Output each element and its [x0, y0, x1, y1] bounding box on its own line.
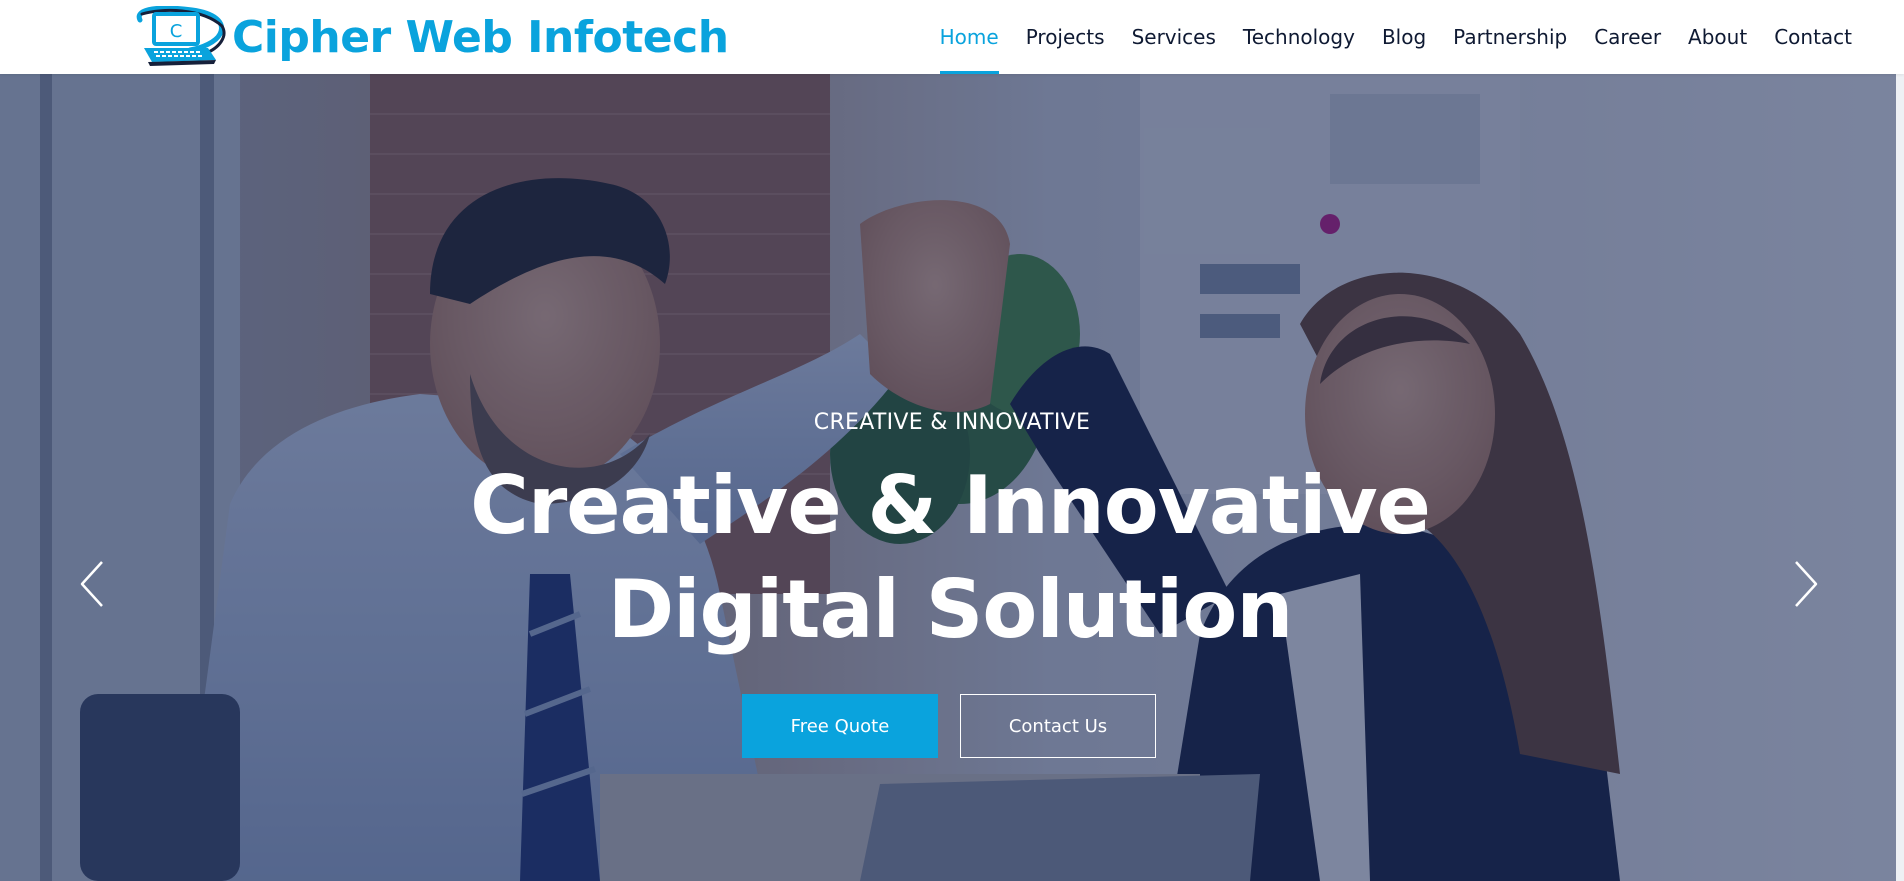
hero-title: Creative & Innovative Digital Solution [402, 454, 1498, 662]
nav-item-contact[interactable]: Contact [1774, 0, 1852, 74]
free-quote-button[interactable]: Free Quote [742, 694, 938, 758]
hero-title-line-1: Creative & Innovative [470, 459, 1431, 552]
nav-item-projects[interactable]: Projects [1026, 0, 1105, 74]
hero-caption: CREATIVE & INNOVATIVE Creative & Innovat… [0, 74, 1904, 881]
page-scrollbar[interactable] [1896, 74, 1904, 881]
nav-item-technology[interactable]: Technology [1243, 0, 1355, 74]
hero-carousel: CREATIVE & INNOVATIVE Creative & Innovat… [0, 74, 1904, 881]
main-nav: Home Projects Services Technology Blog P… [939, 0, 1852, 74]
carousel-next-button[interactable] [1786, 554, 1826, 614]
brand-name: Cipher Web Infotech [232, 11, 729, 63]
brand-link[interactable]: C Cipher Web Infotech [132, 4, 729, 70]
nav-item-blog[interactable]: Blog [1382, 0, 1426, 74]
nav-item-services[interactable]: Services [1132, 0, 1216, 74]
laptop-logo-icon: C [136, 6, 226, 66]
nav-item-partnership[interactable]: Partnership [1453, 0, 1567, 74]
site-header: C Cipher Web Infotech Home Projects Serv… [0, 0, 1904, 74]
carousel-prev-button[interactable] [72, 554, 112, 614]
contact-us-button[interactable]: Contact Us [960, 694, 1156, 758]
nav-item-career[interactable]: Career [1594, 0, 1661, 74]
logo-letter: C [170, 21, 183, 42]
nav-item-home[interactable]: Home [939, 0, 999, 74]
chevron-left-icon [80, 561, 103, 607]
chevron-right-icon [1795, 561, 1818, 607]
nav-item-about[interactable]: About [1688, 0, 1747, 74]
hero-title-line-2: Digital Solution [607, 563, 1294, 656]
hero-eyebrow: CREATIVE & INNOVATIVE [813, 410, 1091, 435]
